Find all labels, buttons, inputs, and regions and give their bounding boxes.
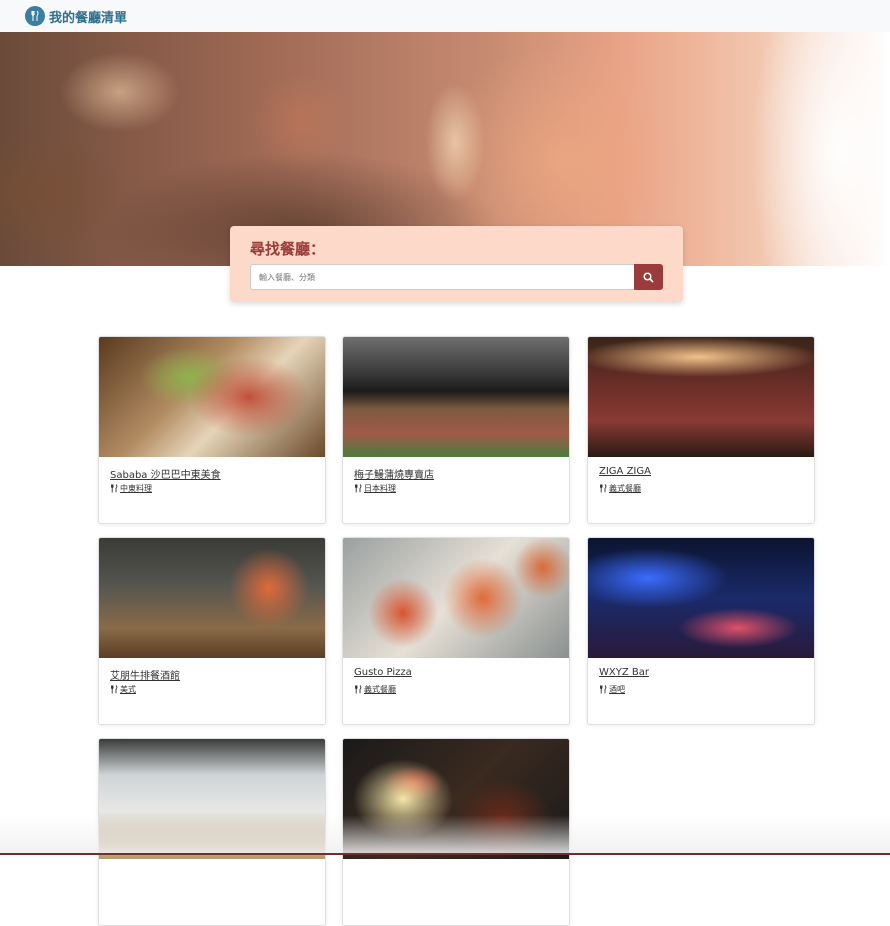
- restaurant-card[interactable]: 梅子鰻蒲燒專賣店 日本料理: [342, 336, 570, 524]
- restaurant-card[interactable]: 艾朋牛排餐酒館 美式: [98, 537, 326, 725]
- restaurant-category: 酒吧: [599, 684, 803, 695]
- restaurant-card[interactable]: Gusto Pizza 義式餐廳: [342, 537, 570, 725]
- restaurant-name[interactable]: Sababa 沙巴巴中東美食: [110, 466, 314, 482]
- search-title: 尋找餐廳：: [250, 240, 326, 258]
- category-label: 中東料理: [120, 484, 152, 493]
- restaurant-category: 日本料理: [354, 483, 558, 494]
- utensils-icon[interactable]: [25, 6, 45, 26]
- restaurant-image[interactable]: [588, 337, 814, 457]
- search-button[interactable]: [634, 264, 663, 290]
- category-label: 義式餐廳: [364, 685, 396, 694]
- utensils-icon: [355, 685, 362, 694]
- restaurant-name[interactable]: ZIGA ZIGA: [599, 466, 803, 482]
- restaurant-image[interactable]: [588, 538, 814, 658]
- search-panel: 尋找餐廳：: [230, 226, 683, 302]
- restaurant-name[interactable]: 梅子鰻蒲燒專賣店: [354, 466, 558, 482]
- restaurant-category: 中東料理: [110, 483, 314, 494]
- search-bar: [250, 264, 663, 290]
- utensils-icon: [111, 685, 118, 694]
- restaurant-name[interactable]: WXYZ Bar: [599, 667, 803, 683]
- restaurant-card[interactable]: ZIGA ZIGA 義式餐廳: [587, 336, 815, 524]
- restaurant-card[interactable]: Sababa 沙巴巴中東美食 中東料理: [98, 336, 326, 524]
- category-label: 酒吧: [609, 685, 625, 694]
- restaurant-name[interactable]: 艾朋牛排餐酒館: [110, 667, 314, 683]
- brand-title[interactable]: 我的餐廳清單: [49, 7, 127, 26]
- restaurant-name[interactable]: Gusto Pizza: [354, 667, 558, 683]
- utensils-icon: [355, 484, 362, 493]
- restaurant-image[interactable]: [99, 538, 325, 658]
- category-label: 義式餐廳: [609, 484, 641, 493]
- utensils-icon: [111, 484, 118, 493]
- category-label: 日本料理: [364, 484, 396, 493]
- utensils-icon: [600, 484, 607, 493]
- restaurant-image[interactable]: [99, 337, 325, 457]
- restaurant-card[interactable]: WXYZ Bar 酒吧: [587, 537, 815, 725]
- category-label: 美式: [120, 685, 136, 694]
- restaurant-image[interactable]: [343, 337, 569, 457]
- restaurant-category: 義式餐廳: [354, 684, 558, 695]
- bottom-fade: [0, 815, 890, 855]
- utensils-icon: [600, 685, 607, 694]
- navbar: 我的餐廳清單: [0, 0, 890, 32]
- restaurant-category: 義式餐廳: [599, 483, 803, 494]
- search-input[interactable]: [250, 264, 634, 290]
- search-icon: [643, 271, 654, 283]
- restaurant-image[interactable]: [343, 538, 569, 658]
- restaurant-category: 美式: [110, 684, 314, 695]
